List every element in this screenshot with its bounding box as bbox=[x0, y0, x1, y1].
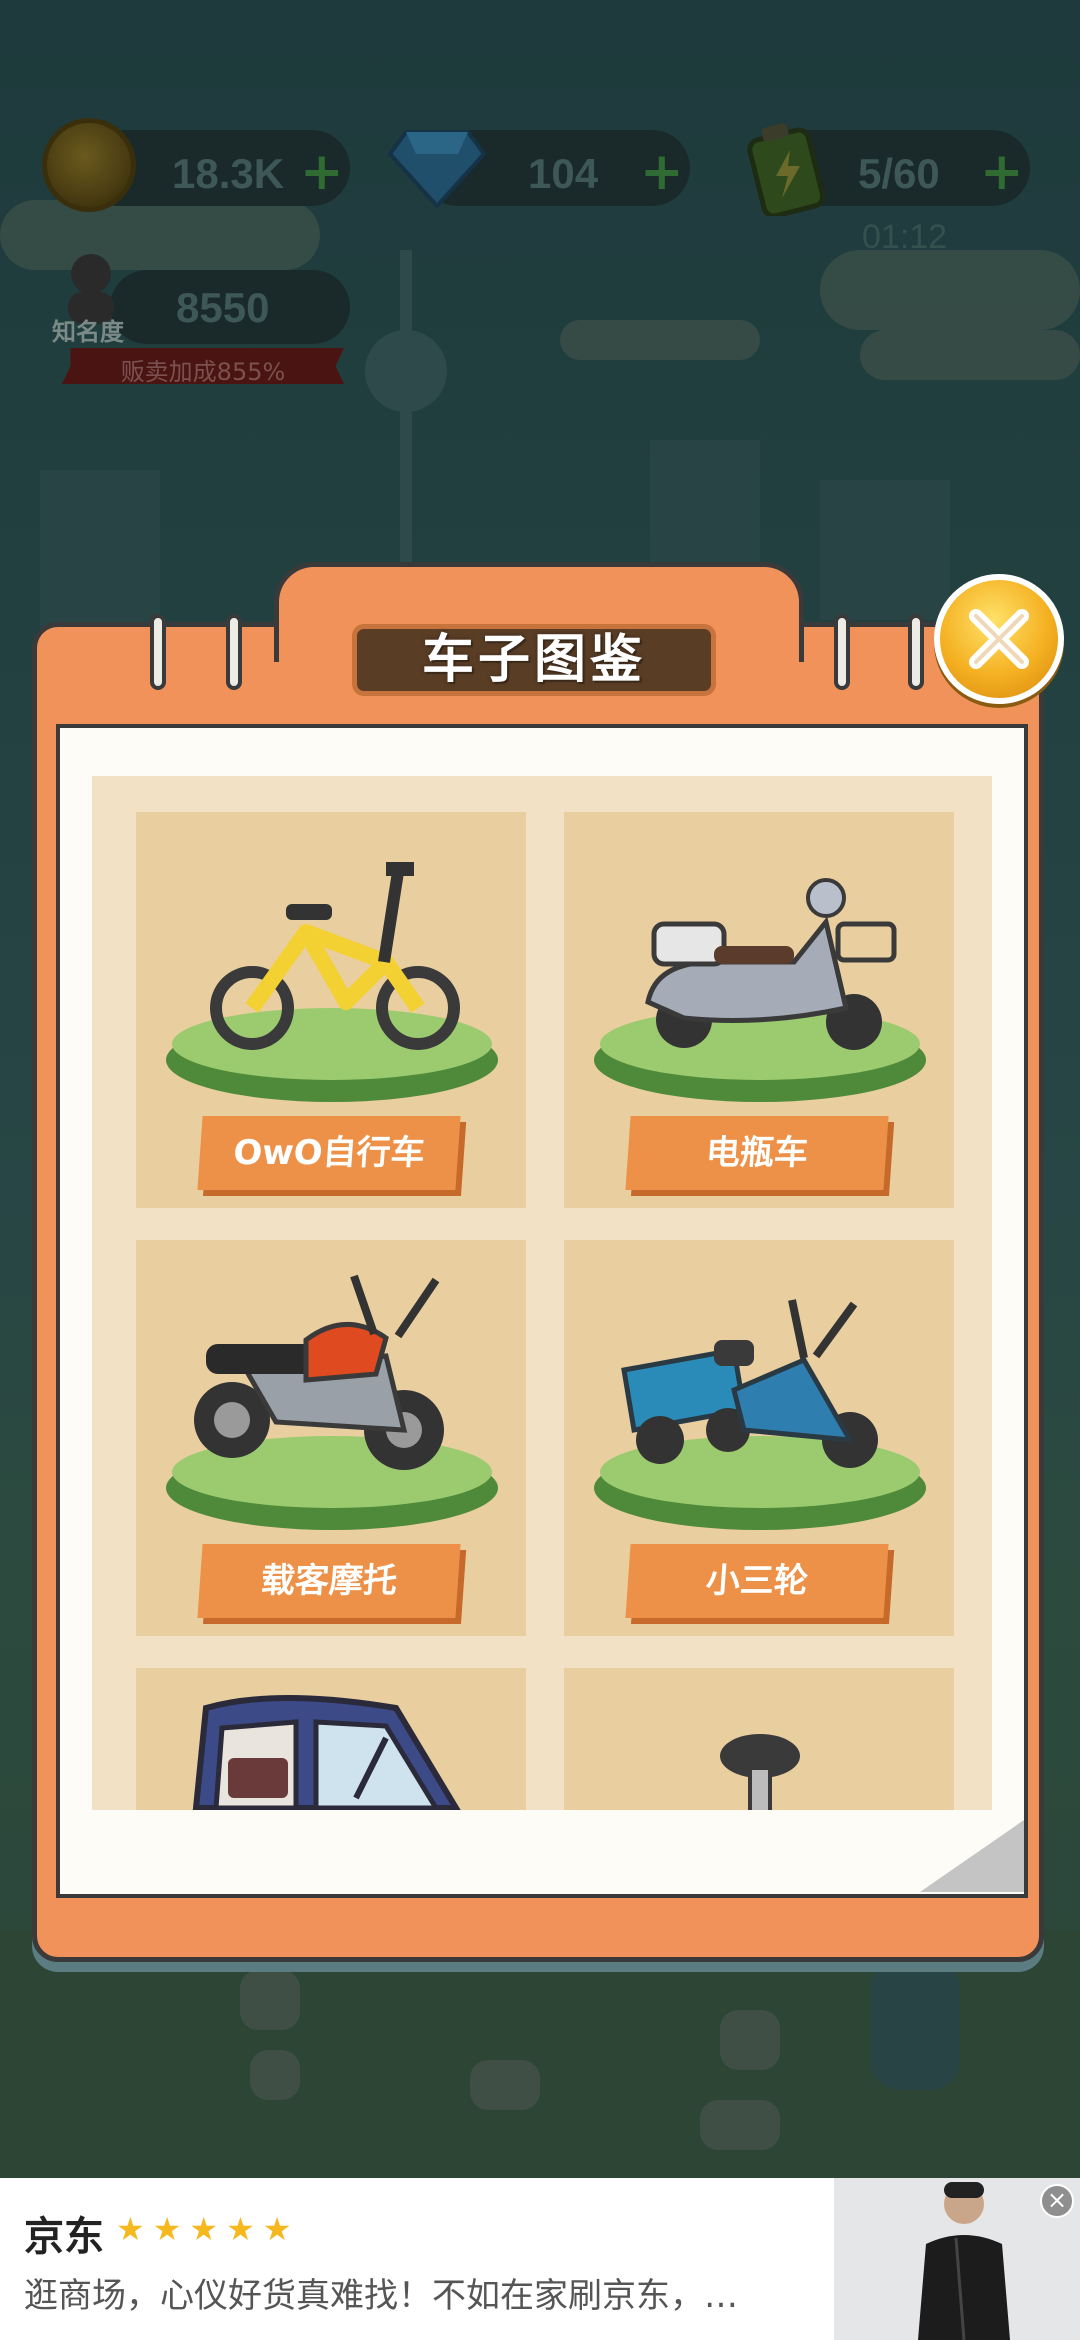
dialog-title: 车子图鉴 bbox=[421, 630, 646, 690]
path-stone bbox=[250, 2050, 300, 2100]
fame-value: 8550 bbox=[176, 284, 270, 331]
path-stone bbox=[700, 2100, 780, 2150]
cloud bbox=[560, 320, 760, 360]
binder-ring bbox=[226, 614, 242, 690]
fame-label: 知名度 bbox=[52, 318, 124, 346]
coin-value: 18.3K bbox=[172, 150, 285, 197]
gem-value: 104 bbox=[528, 150, 599, 197]
tower-sphere bbox=[365, 330, 447, 412]
close-button[interactable] bbox=[934, 574, 1064, 704]
covered-tricycle-icon bbox=[192, 1695, 461, 1810]
cloud bbox=[0, 200, 320, 270]
add-energy-icon[interactable]: + bbox=[980, 146, 1024, 198]
vehicle-card-small-tricycle[interactable]: 小三轮 bbox=[564, 1240, 954, 1636]
ad-title[interactable]: 京东 bbox=[24, 2204, 104, 2262]
vehicle-card-scooter[interactable]: 电瓶车 bbox=[564, 812, 954, 1208]
vehicle-label: 载客摩托 bbox=[197, 1544, 461, 1618]
ad-close-button[interactable]: × bbox=[1040, 2184, 1074, 2218]
vehicle-seat-icon bbox=[720, 1734, 800, 1810]
vehicle-card-passenger-motorcycle[interactable]: 载客摩托 bbox=[136, 1240, 526, 1636]
gem-icon bbox=[388, 130, 486, 208]
vehicle-label: OwO自行车 bbox=[197, 1116, 461, 1190]
vehicle-card-covered-tricycle[interactable] bbox=[136, 1668, 526, 1810]
cloud bbox=[860, 330, 1080, 380]
energy-value: 5/60 bbox=[858, 150, 940, 197]
close-icon bbox=[969, 609, 1029, 669]
vehicle-label: 小三轮 bbox=[625, 1544, 889, 1618]
add-coins-icon[interactable]: + bbox=[300, 146, 344, 198]
sell-bonus-text: 贩卖加成855% bbox=[120, 358, 286, 386]
path-stone bbox=[720, 2010, 780, 2070]
vehicle-label: 电瓶车 bbox=[625, 1116, 889, 1190]
path-stone bbox=[240, 1970, 300, 2030]
path-stone bbox=[470, 2060, 540, 2110]
building-silhouette bbox=[820, 480, 950, 620]
vehicle-card-owo-bicycle[interactable]: OwO自行车 bbox=[136, 812, 526, 1208]
energy-timer: 01:12 bbox=[862, 218, 948, 256]
shop-character-silhouette bbox=[870, 1960, 960, 2090]
ad-rating-stars: ★★★★★ bbox=[116, 2210, 300, 2248]
vehicle-grid[interactable]: OwO自行车 电瓶车 载客摩托 小三轮 bbox=[92, 776, 992, 1810]
cloud bbox=[820, 250, 1080, 330]
vehicle-card-unknown[interactable] bbox=[564, 1668, 954, 1810]
battery-icon bbox=[747, 123, 826, 216]
binder-ring bbox=[150, 614, 166, 690]
coin-icon bbox=[42, 118, 136, 212]
ad-description[interactable]: 逛商场，心仪好货真难找！不如在家刷京东，… bbox=[24, 2268, 804, 2317]
binder-ring bbox=[834, 614, 850, 690]
binder-ring bbox=[908, 614, 924, 690]
add-gems-icon[interactable]: + bbox=[640, 146, 684, 198]
building-silhouette bbox=[40, 470, 160, 630]
